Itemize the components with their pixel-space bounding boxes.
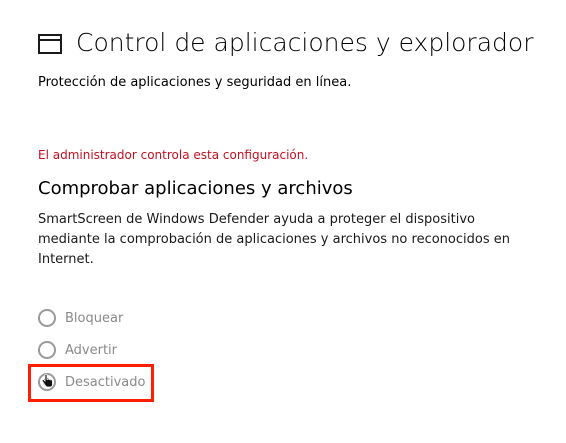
section-title: Comprobar aplicaciones y archivos <box>38 178 353 199</box>
hand-pointer-icon <box>41 374 53 388</box>
radio-option-bloquear[interactable]: Bloquear <box>38 307 123 329</box>
radio-label: Advertir <box>65 342 118 358</box>
section-description: SmartScreen de Windows Defender ayuda a … <box>38 212 510 267</box>
radio-button-icon[interactable] <box>38 309 56 327</box>
window-icon <box>38 34 62 54</box>
admin-controlled-warning: El administrador controla esta configura… <box>38 148 309 162</box>
radio-label: Bloquear <box>65 310 124 326</box>
radio-button-icon[interactable] <box>38 341 56 359</box>
page-title: Control de aplicaciones y explorador <box>76 28 534 57</box>
radio-option-advertir[interactable]: Advertir <box>38 339 117 361</box>
page-header: Control de aplicaciones y explorador <box>38 26 533 60</box>
page-subtitle: Protección de aplicaciones y seguridad e… <box>38 75 352 90</box>
